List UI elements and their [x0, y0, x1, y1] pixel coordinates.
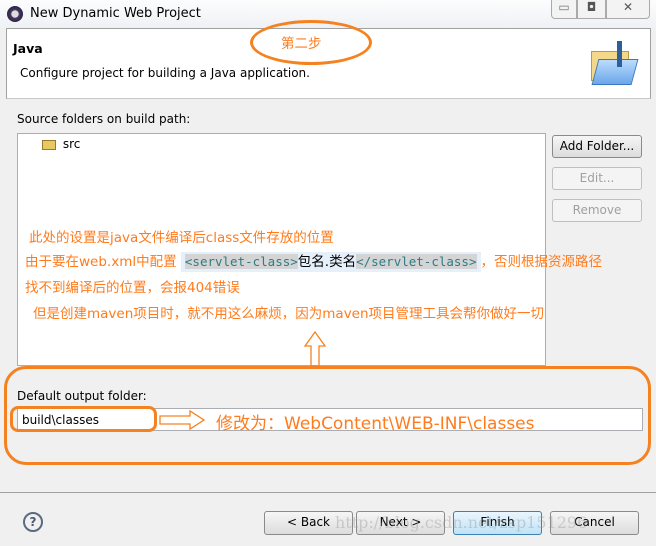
list-item[interactable]: src — [42, 137, 80, 151]
annotation-line-1: 此处的设置是java文件编译后class文件存放的位置 — [29, 230, 334, 246]
help-icon[interactable]: ? — [23, 512, 43, 532]
page-description: Configure project for building a Java ap… — [20, 66, 310, 80]
right-arrow-icon — [159, 409, 206, 431]
window-title: New Dynamic Web Project — [30, 6, 201, 21]
value-highlight-box — [10, 406, 157, 432]
package-folder-icon — [42, 139, 56, 150]
up-arrow-icon — [303, 330, 327, 367]
edit-button[interactable]: Edit... — [552, 167, 642, 190]
step-label: 第二步 — [281, 36, 322, 52]
source-folders-label: Source folders on build path: — [17, 112, 191, 126]
add-folder-button[interactable]: Add Folder... — [552, 135, 642, 158]
watermark: http://blog.csdn.net/zsp151296 — [335, 513, 588, 532]
minimize-button[interactable]: ▭ — [551, 0, 577, 19]
separator — [0, 492, 656, 493]
eclipse-icon — [7, 6, 23, 22]
close-button[interactable]: ✕ — [606, 0, 650, 19]
maximize-button[interactable]: ◘ — [577, 0, 606, 19]
annotation-line-2: 由于要在web.xml中配置 <servlet-class>包名.类名</ser… — [25, 252, 602, 272]
annotation-line-3: 找不到编译后的位置，会报404错误 — [25, 280, 240, 296]
java-folder-icon — [587, 41, 639, 85]
remove-button[interactable]: Remove — [552, 199, 642, 222]
change-to-label: 修改为：WebContent\WEB-INF\classes — [216, 414, 535, 434]
page-title: Java — [13, 41, 43, 56]
annotation-line-4: 但是创建maven项目时，就不用这么麻烦，因为maven项目管理工具会帮你做好一… — [33, 306, 545, 322]
